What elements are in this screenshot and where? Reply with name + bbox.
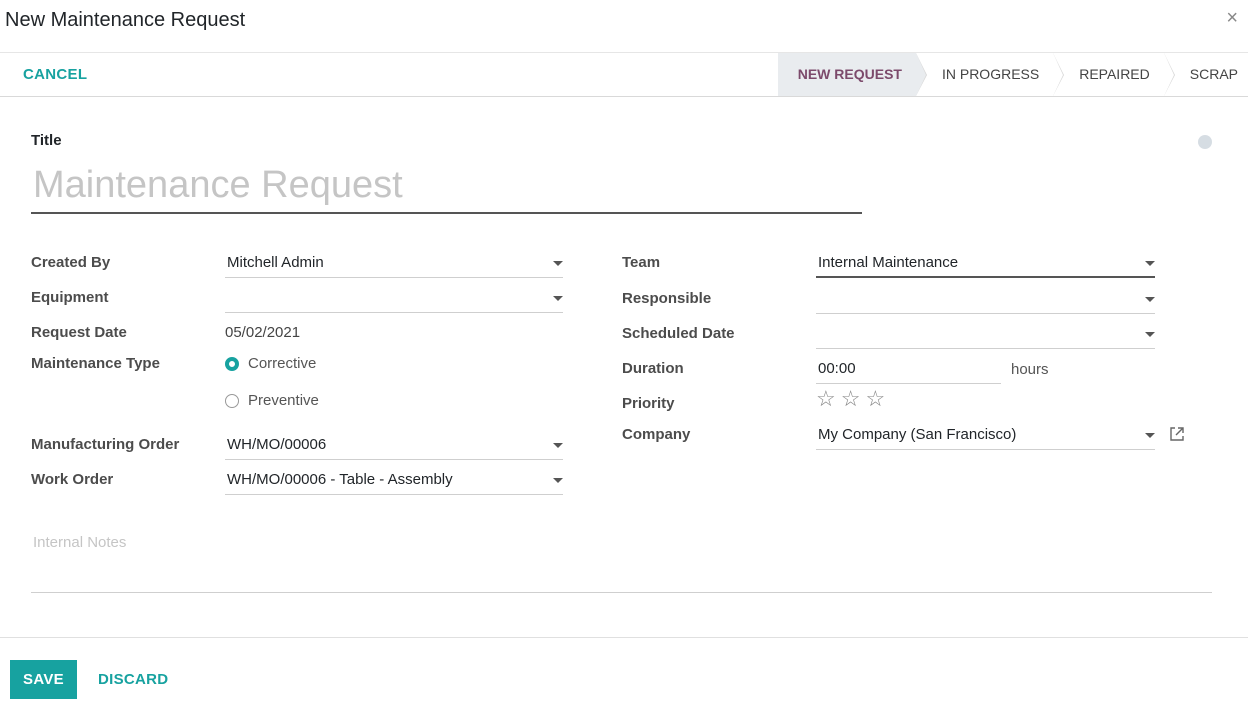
work-order-value: WH/MO/00006 - Table - Assembly (227, 471, 453, 488)
title-label: Title (31, 132, 62, 149)
duration-input[interactable]: 00:00 (816, 354, 1001, 384)
stage-pipeline: NEW REQUEST IN PROGRESS REPAIRED SCRAP (777, 53, 1248, 96)
stage-separator-inner (1163, 53, 1174, 96)
status-dot-icon[interactable] (1198, 135, 1212, 149)
stage-separator-inner (915, 53, 926, 96)
stage-label: NEW REQUEST (797, 66, 902, 82)
company-value: My Company (San Francisco) (818, 426, 1017, 443)
radio-label: Corrective (248, 355, 317, 372)
stage-label: SCRAP (1189, 66, 1238, 82)
status-bar: CANCEL NEW REQUEST IN PROGRESS REPAIRED … (0, 53, 1248, 97)
chevron-down-icon (553, 478, 563, 483)
chevron-down-icon (553, 296, 563, 301)
manufacturing-order-value: WH/MO/00006 (227, 436, 327, 453)
priority-label: Priority (622, 395, 675, 412)
radio-corrective[interactable]: Corrective (225, 355, 316, 372)
radio-checked-icon (225, 356, 239, 371)
maintenance-request-dialog: New Maintenance Request × CANCEL NEW REQ… (0, 0, 1248, 711)
chevron-down-icon (1145, 332, 1155, 337)
stage-new-request[interactable]: NEW REQUEST (777, 53, 927, 96)
company-field[interactable]: My Company (San Francisco) (816, 420, 1155, 450)
work-order-label: Work Order (31, 471, 114, 488)
scheduled-date-field[interactable] (816, 319, 1155, 349)
responsible-label: Responsible (622, 290, 712, 307)
responsible-field[interactable] (816, 284, 1155, 314)
close-icon[interactable]: × (1226, 8, 1238, 28)
team-label: Team (622, 254, 661, 271)
request-date-label: Request Date (31, 324, 127, 341)
radio-preventive[interactable]: Preventive (225, 392, 319, 409)
star-icon[interactable]: ☆ (865, 388, 885, 410)
chevron-down-icon (1145, 297, 1155, 302)
title-input[interactable] (31, 159, 862, 214)
star-icon[interactable]: ☆ (816, 388, 836, 410)
created-by-value: Mitchell Admin (227, 254, 324, 271)
external-link-icon[interactable] (1169, 426, 1185, 442)
chevron-down-icon (553, 443, 563, 448)
equipment-label: Equipment (31, 289, 109, 306)
team-field[interactable]: Internal Maintenance (816, 248, 1155, 278)
created-by-field[interactable]: Mitchell Admin (225, 248, 563, 278)
manufacturing-order-field[interactable]: WH/MO/00006 (225, 430, 563, 460)
stage-scrap[interactable]: SCRAP (1164, 53, 1248, 96)
duration-label: Duration (622, 360, 684, 377)
chevron-down-icon (1145, 261, 1155, 266)
duration-unit: hours (1011, 361, 1049, 378)
stage-separator-inner (1053, 53, 1064, 96)
request-date-value[interactable]: 05/02/2021 (225, 324, 300, 341)
save-button[interactable]: SAVE (10, 660, 77, 699)
priority-stars: ☆ ☆ ☆ (816, 388, 885, 410)
stage-repaired[interactable]: REPAIRED (1053, 53, 1175, 96)
company-label: Company (622, 426, 691, 443)
dialog-title: New Maintenance Request (5, 9, 246, 31)
manufacturing-order-label: Manufacturing Order (31, 436, 180, 453)
maintenance-type-label: Maintenance Type (31, 355, 160, 372)
duration-value: 00:00 (818, 360, 856, 377)
team-value: Internal Maintenance (818, 254, 959, 271)
stage-label: IN PROGRESS (941, 66, 1040, 82)
internal-notes-placeholder: Internal Notes (33, 534, 127, 551)
internal-notes-field[interactable]: Internal Notes (31, 527, 1212, 593)
work-order-field[interactable]: WH/MO/00006 - Table - Assembly (225, 465, 563, 495)
dialog-header: New Maintenance Request × (0, 0, 1248, 53)
stage-label: REPAIRED (1079, 66, 1150, 82)
dialog-footer: SAVE DISCARD (0, 637, 1248, 712)
star-icon[interactable]: ☆ (841, 388, 861, 410)
discard-button[interactable]: DISCARD (98, 671, 168, 688)
stage-in-progress[interactable]: IN PROGRESS (916, 53, 1065, 96)
chevron-down-icon (1145, 433, 1155, 438)
cancel-button[interactable]: CANCEL (23, 66, 87, 83)
radio-label: Preventive (248, 392, 319, 409)
equipment-field[interactable] (225, 283, 563, 313)
created-by-label: Created By (31, 254, 111, 271)
chevron-down-icon (553, 261, 563, 266)
scheduled-date-label: Scheduled Date (622, 325, 735, 342)
radio-unchecked-icon (225, 393, 239, 408)
